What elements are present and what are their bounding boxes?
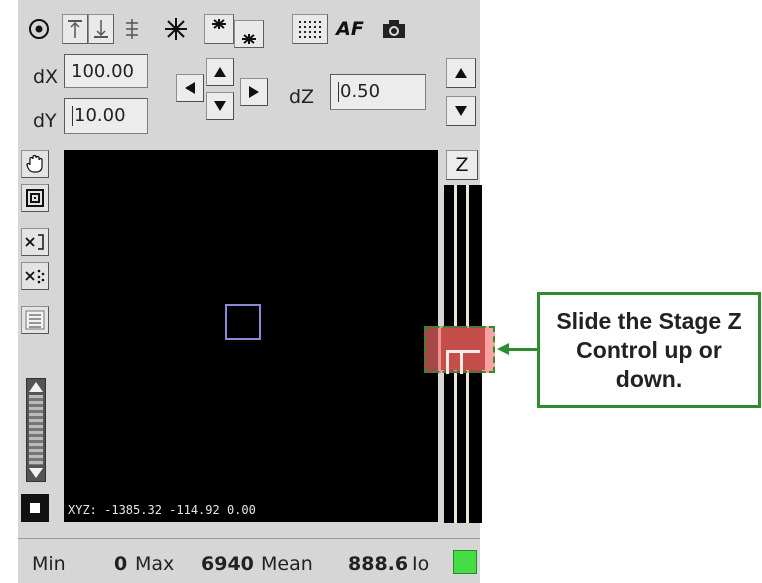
nested-square-icon [26, 189, 44, 207]
triangle-up-icon [455, 68, 467, 78]
triangle-up-icon [29, 382, 43, 392]
zoom-slider[interactable] [26, 378, 46, 482]
z-thumb-marker [446, 350, 480, 353]
dx-value: 100.00 [71, 61, 134, 82]
grid-icon [299, 21, 321, 38]
callout-text: Slide the Stage Z Control up or down. [556, 307, 742, 392]
x-bracket-icon [25, 234, 44, 250]
io-label: Io [412, 553, 430, 575]
instruction-callout: Slide the Stage Z Control up or down. [537, 292, 761, 408]
triangle-down-icon [455, 106, 467, 116]
triangle-right-icon [249, 86, 259, 98]
asterisk-top-button[interactable] [204, 14, 234, 44]
dz-value: 0.50 [340, 81, 381, 102]
asterisk-top-icon [212, 19, 226, 29]
autofocus-label: AF [336, 18, 364, 40]
focus-range-button[interactable] [118, 14, 146, 44]
move-right-button[interactable] [240, 78, 268, 106]
clear-marker-button[interactable] [21, 228, 49, 256]
callout-arrow-head [497, 343, 509, 355]
status-bar: Min 0 Max 6940 Mean 888.6 Io [18, 538, 480, 583]
center-target-button[interactable] [24, 14, 54, 44]
hand-icon [26, 154, 43, 173]
hand-tool-button[interactable] [21, 150, 49, 178]
target-icon [29, 19, 49, 39]
z-button-label: Z [455, 154, 469, 176]
min-label: Min [32, 553, 66, 575]
autofocus-button[interactable]: AF [332, 14, 368, 44]
move-left-button[interactable] [176, 74, 204, 102]
dx-input[interactable]: 100.00 [64, 54, 148, 88]
triangle-down-icon [29, 468, 43, 478]
xyz-readout: XYZ: -1385.32 -114.92 0.00 [68, 503, 256, 517]
list-button[interactable] [21, 306, 49, 334]
move-up-button[interactable] [206, 58, 234, 86]
arrow-down-bar-icon [94, 20, 108, 38]
asterisk-bottom-button[interactable] [234, 20, 264, 48]
arrow-up-bar-icon [68, 20, 82, 38]
focus-stack-icon [126, 19, 138, 39]
z-button[interactable]: Z [446, 150, 478, 180]
list-icon [25, 310, 45, 330]
move-bottom-button[interactable] [88, 14, 114, 44]
stop-square-icon [30, 503, 40, 513]
clear-points-button[interactable] [21, 262, 49, 290]
callout-arrow [508, 348, 538, 351]
asterisk-button[interactable] [160, 14, 192, 44]
x-dots-icon [25, 269, 45, 284]
mean-value: 888.6 [348, 553, 409, 575]
region-of-interest-box[interactable] [225, 304, 261, 340]
max-label: Max [135, 553, 175, 575]
camera-button[interactable] [376, 14, 412, 44]
move-down-button[interactable] [206, 92, 234, 120]
grid-button[interactable] [292, 14, 328, 44]
mean-label: Mean [261, 553, 313, 575]
min-value: 0 [114, 553, 128, 575]
dy-input[interactable]: 10.00 [64, 98, 148, 134]
status-indicator [453, 550, 477, 574]
triangle-left-icon [185, 82, 195, 94]
image-viewer[interactable]: XYZ: -1385.32 -114.92 0.00 [64, 150, 438, 522]
asterisk-bottom-icon [242, 34, 256, 44]
triangle-down-icon [214, 101, 226, 111]
max-value: 6940 [201, 553, 254, 575]
asterisk-icon [165, 18, 187, 40]
text-cursor [338, 82, 339, 102]
dy-label: dY [33, 110, 57, 132]
triangle-up-icon [214, 67, 226, 77]
z-thumb-marker [460, 350, 463, 374]
z-up-button[interactable] [446, 58, 476, 88]
camera-icon [383, 20, 405, 38]
stop-button[interactable] [21, 494, 49, 522]
dz-input[interactable]: 0.50 [330, 74, 426, 110]
slider-track [29, 395, 43, 465]
move-top-button[interactable] [62, 14, 88, 44]
frame-tool-button[interactable] [21, 184, 49, 212]
dy-value: 10.00 [74, 105, 126, 126]
dz-label: dZ [289, 86, 315, 108]
z-down-button[interactable] [446, 96, 476, 126]
dx-label: dX [33, 66, 59, 88]
z-thumb-marker [446, 350, 449, 374]
text-cursor [72, 106, 73, 126]
